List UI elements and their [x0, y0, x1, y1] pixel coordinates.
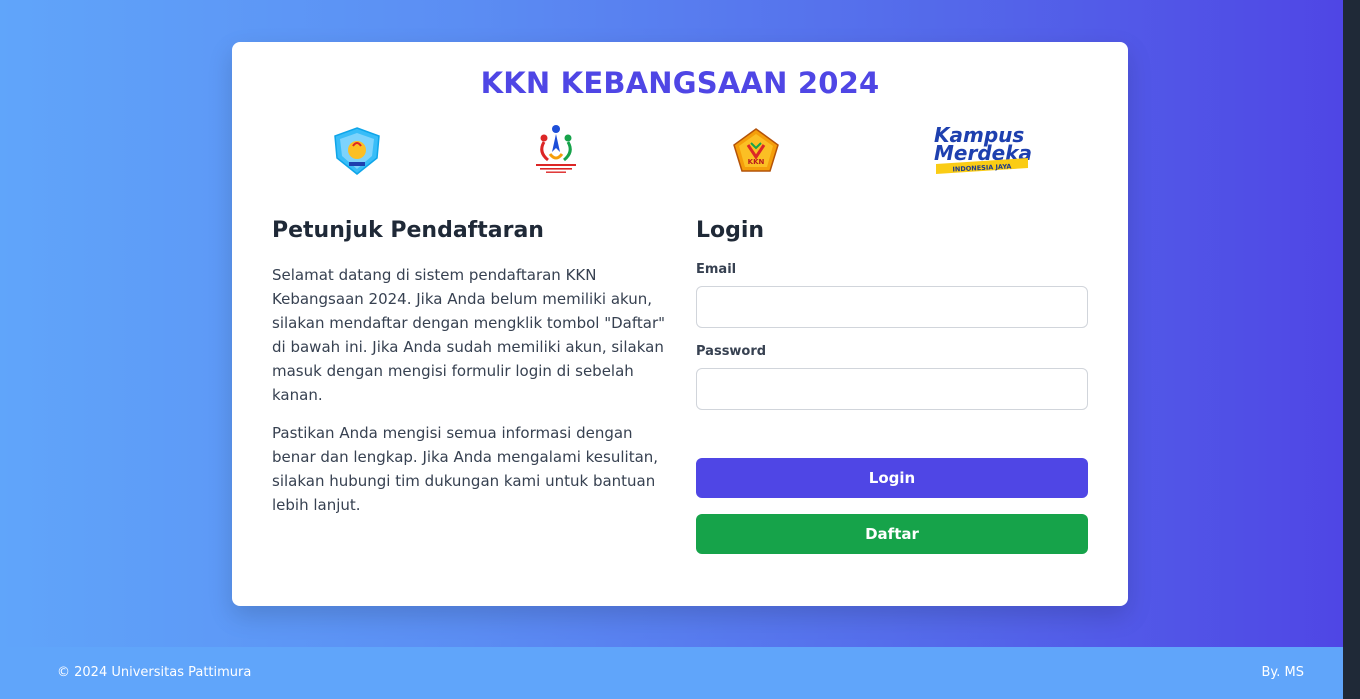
- login-button[interactable]: Login: [696, 458, 1088, 498]
- kampus-merdeka-logo: Kampus Merdeka INDONESIA JAYA: [934, 124, 1032, 174]
- instructions-paragraph-1: Selamat datang di sistem pendaftaran KKN…: [272, 266, 666, 404]
- login-form: Login Email Password Login Daftar: [696, 218, 1088, 554]
- instructions-heading: Petunjuk Pendaftaran: [272, 218, 544, 243]
- page-title: KKN KEBANGSAAN 2024: [480, 66, 880, 100]
- password-field[interactable]: [696, 368, 1088, 410]
- university-emblem-logo: [334, 127, 380, 175]
- kkn-pentagon-badge-logo: KKN: [733, 128, 779, 172]
- kkn-badge-text: KKN: [748, 158, 765, 166]
- footer-copyright: © 2024 Universitas Pattimura: [57, 665, 252, 680]
- email-label: Email: [696, 262, 737, 277]
- register-button[interactable]: Daftar: [696, 514, 1088, 554]
- login-card: KKN KEBANGSAAN 2024 KKN Kampus Merdeka I…: [232, 42, 1128, 606]
- email-field[interactable]: [696, 286, 1088, 328]
- instructions-paragraph-2: Pastikan Anda mengisi semua informasi de…: [272, 424, 659, 514]
- instructions-section: Petunjuk Pendaftaran Selamat datang di s…: [272, 218, 667, 517]
- scrollbar[interactable]: [1343, 0, 1360, 699]
- indonesia-jaya-text: INDONESIA JAYA: [952, 162, 1011, 173]
- footer: © 2024 Universitas Pattimura By. MS: [0, 647, 1343, 699]
- password-label: Password: [696, 344, 767, 359]
- login-heading: Login: [696, 218, 765, 243]
- footer-credit: By. MS: [1261, 665, 1305, 680]
- kkn-kebangsaan-figures-logo: [536, 125, 576, 173]
